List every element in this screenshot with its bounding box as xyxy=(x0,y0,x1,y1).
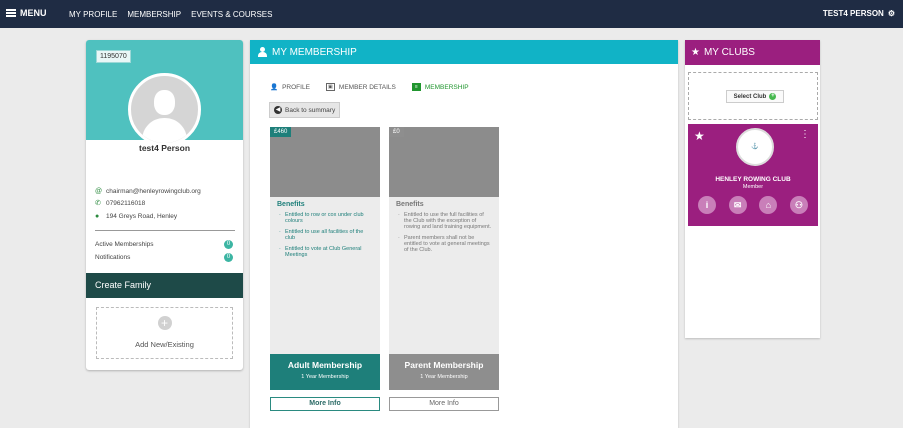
user-menu[interactable]: TEST4 PERSON ⚙ xyxy=(823,9,895,18)
select-club-button[interactable]: Select Club + xyxy=(726,90,784,103)
avatar-body-icon xyxy=(142,118,187,143)
tab-profile[interactable]: 👤 PROFILE xyxy=(270,83,310,92)
nav-events-courses[interactable]: EVENTS & COURSES xyxy=(191,10,272,19)
benefit-item: Entitled to use all facilities of the cl… xyxy=(277,229,373,241)
nav-membership[interactable]: MEMBERSHIP xyxy=(127,10,181,19)
tab-membership[interactable]: ≡ MEMBERSHIP xyxy=(411,83,469,91)
benefit-item: Parent members shall not be entitled to … xyxy=(396,235,492,253)
hamburger-icon xyxy=(6,9,16,17)
tab-member-details[interactable]: ▣ MEMBER DETAILS xyxy=(325,83,396,91)
membership-header: MY MEMBERSHIP xyxy=(250,40,678,64)
star-icon: ★ xyxy=(691,47,700,58)
active-memberships-row[interactable]: Active Memberships 0 xyxy=(95,240,233,249)
phone-row[interactable]: ✆ 07962116018 xyxy=(95,200,145,207)
select-club-area: Select Club + xyxy=(688,72,818,120)
favorite-star-icon[interactable]: ★ xyxy=(694,129,705,143)
membership-card-icon: ≡ xyxy=(411,83,421,91)
notifications-label: Notifications xyxy=(95,254,131,261)
member-icon[interactable]: ⚇ xyxy=(789,196,808,214)
add-label: Add New/Existing xyxy=(135,340,194,349)
membership-tabs: 👤 PROFILE ▣ MEMBER DETAILS ≡ MEMBERSHIP xyxy=(270,83,469,91)
club-name: HENLEY ROWING CLUB xyxy=(715,176,791,183)
plan-image: £460 xyxy=(270,127,380,197)
plan-name: Adult Membership xyxy=(287,360,363,370)
my-clubs-title: MY CLUBS xyxy=(703,47,755,58)
club-crest-logo: ⚓ xyxy=(736,128,774,166)
id-card-icon: ▣ xyxy=(325,83,335,91)
phone-icon: ✆ xyxy=(95,200,101,207)
tab-member-details-label: MEMBER DETAILS xyxy=(338,83,396,91)
person-icon: 👤 xyxy=(270,84,279,91)
club-role: Member xyxy=(742,184,764,190)
menu-button[interactable]: MENU xyxy=(6,8,47,18)
back-to-summary-button[interactable]: ◀ Back to summary xyxy=(269,102,341,118)
price-badge: £460 xyxy=(270,127,292,137)
plus-icon: + xyxy=(769,93,777,100)
plus-icon: + xyxy=(157,316,172,330)
benefits-title: Benefits xyxy=(277,201,305,208)
tab-profile-label: PROFILE xyxy=(282,83,310,91)
my-clubs-header: ★ MY CLUBS xyxy=(685,40,820,65)
gear-icon: ⚙ xyxy=(887,9,895,18)
select-club-label: Select Club xyxy=(733,93,767,100)
plan-duration: 1 Year Membership xyxy=(420,374,468,380)
menu-label: MENU xyxy=(20,8,47,18)
back-arrow-icon: ◀ xyxy=(274,106,282,114)
benefits-section: Benefits Entitled to row or cox under cl… xyxy=(270,197,380,267)
club-card[interactable]: ★ ⋮ ⚓ HENLEY ROWING CLUB Member i ✉ ⌂ ⚇ xyxy=(688,124,818,226)
benefit-item: Entitled to use the full facilities of t… xyxy=(396,212,492,230)
my-clubs-panel: ★ MY CLUBS Select Club + ★ ⋮ ⚓ HENLEY RO… xyxy=(685,40,820,338)
email-row[interactable]: @ chairman@henleyrowingclub.org xyxy=(95,188,201,195)
plan-image: £0 xyxy=(389,127,499,197)
plan-duration: 1 Year Membership xyxy=(301,374,349,380)
membership-title: MY MEMBERSHIP xyxy=(272,46,357,58)
address-text: 194 Greys Road, Henley xyxy=(106,213,178,220)
phone-text: 07962116018 xyxy=(106,200,146,207)
benefits-section: Benefits Entitled to use the full facili… xyxy=(389,197,499,262)
more-options-icon[interactable]: ⋮ xyxy=(800,129,810,140)
notifications-count: 0 xyxy=(224,253,233,262)
benefits-title: Benefits xyxy=(396,201,424,208)
plan-footer: Parent Membership 1 Year Membership xyxy=(389,354,499,390)
info-icon[interactable]: i xyxy=(698,196,716,214)
more-info-button[interactable]: More Info xyxy=(270,397,380,411)
club-actions: i ✉ ⌂ ⚇ xyxy=(698,196,808,214)
adult-membership-card[interactable]: £460 Benefits Entitled to row or cox und… xyxy=(270,127,380,390)
home-icon[interactable]: ⌂ xyxy=(759,196,778,214)
divider xyxy=(95,230,235,231)
top-navigation-bar: MENU MY PROFILE MEMBERSHIP EVENTS & COUR… xyxy=(0,0,903,28)
benefit-item: Entitled to row or cox under club colour… xyxy=(277,212,373,224)
avatar-head-icon xyxy=(154,90,175,115)
user-name: TEST4 PERSON xyxy=(822,9,884,18)
membership-panel: MY MEMBERSHIP 👤 PROFILE ▣ MEMBER DETAILS… xyxy=(250,40,678,428)
profile-name: test4 Person xyxy=(138,143,191,153)
email-text: chairman@henleyrowingclub.org xyxy=(106,188,201,195)
active-memberships-label: Active Memberships xyxy=(95,241,154,248)
plan-name: Parent Membership xyxy=(404,360,484,370)
address-row: ● 194 Greys Road, Henley xyxy=(95,213,177,220)
create-family-header: Create Family xyxy=(86,273,243,298)
mail-icon[interactable]: ✉ xyxy=(728,196,747,214)
add-family-member-box[interactable]: + Add New/Existing xyxy=(96,307,233,359)
notifications-row[interactable]: Notifications 0 xyxy=(95,253,233,262)
plan-footer: Adult Membership 1 Year Membership xyxy=(270,354,380,390)
benefit-item: Entitled to vote at Club General Meeting… xyxy=(277,246,373,258)
active-memberships-count: 0 xyxy=(224,240,233,249)
back-label: Back to summary xyxy=(285,106,336,114)
avatar[interactable] xyxy=(128,73,201,146)
parent-membership-card[interactable]: £0 Benefits Entitled to use the full fac… xyxy=(389,127,499,390)
member-id-badge: 1195070 xyxy=(96,50,131,63)
tab-membership-label: MEMBERSHIP xyxy=(424,83,469,91)
price-badge: £0 xyxy=(389,127,404,137)
profile-card: 1195070 test4 Person @ chairman@henleyro… xyxy=(86,40,243,370)
main-nav: MY PROFILE MEMBERSHIP EVENTS & COURSES xyxy=(69,10,272,19)
nav-my-profile[interactable]: MY PROFILE xyxy=(69,10,117,19)
location-pin-icon: ● xyxy=(95,213,100,220)
person-icon xyxy=(258,47,267,57)
at-icon: @ xyxy=(95,188,103,195)
more-info-button[interactable]: More Info xyxy=(389,397,499,411)
